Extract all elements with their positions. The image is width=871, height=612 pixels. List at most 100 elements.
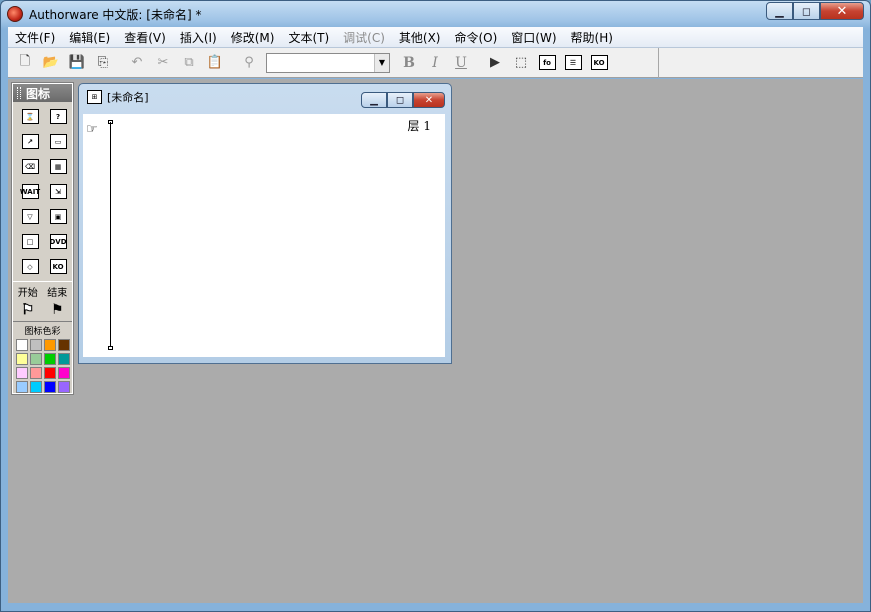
find-icon[interactable]: ⚲ (238, 52, 260, 74)
knowledge-objects-icon: KO (590, 55, 608, 70)
menu-item-0[interactable]: 文件(F) (8, 29, 62, 46)
display-tool[interactable]: ⌛ (18, 106, 42, 127)
end-flag-label: 结束 (47, 288, 68, 299)
calculation-icon: ⇲ (49, 184, 67, 199)
flags: ⚑ ⚑ (13, 299, 72, 321)
erase-icon: ⌫ (21, 159, 39, 174)
motion-icon: ↗ (21, 134, 39, 149)
main-window: Authorware 中文版: [未命名] * ▁ ◻ ✕ 文件(F) 编辑(E)… (0, 0, 871, 612)
ko-icon: KO (49, 259, 67, 274)
functions-button[interactable]: fo (536, 52, 558, 74)
color-swatch[interactable] (16, 339, 28, 351)
dvd-tool[interactable]: DVD (46, 231, 70, 252)
navigate-icon: ▦ (49, 159, 67, 174)
menu-item-1[interactable]: 编辑(E) (62, 29, 117, 46)
erase-tool[interactable]: ⌫ (18, 156, 42, 177)
icon-colors-label: 图标色彩 (13, 321, 72, 337)
end-flag-icon[interactable]: ⚑ (51, 302, 64, 318)
minimize-button[interactable]: ▁ (766, 2, 793, 20)
color-swatch[interactable] (30, 339, 42, 351)
digital-movie-tool[interactable]: ▣ (46, 206, 70, 227)
sound-tool[interactable]: ◇ (18, 256, 42, 277)
menu-item-2[interactable]: 查看(V) (117, 29, 173, 46)
menu-item-8[interactable]: 命令(O) (447, 29, 504, 46)
interaction-tool[interactable]: ? (46, 106, 70, 127)
control-panel-icon[interactable]: ⬚ (510, 52, 532, 74)
calculation-tool[interactable]: ⇲ (46, 181, 70, 202)
app-icon[interactable] (7, 6, 23, 22)
paste-icon[interactable]: 📋 (204, 52, 226, 74)
color-swatch[interactable] (16, 381, 28, 393)
cut-icon[interactable]: ✂ (152, 52, 174, 74)
decision-tool[interactable]: ▽ (18, 206, 42, 227)
flowchart-minimize-button[interactable]: ▁ (361, 92, 387, 108)
icon-palette: 图标 ⌛? ↗ ▭ ⌫ ▦ WAIT ⇲ ▽ ▣ □ DVD ◇ KO 开始 结束 ⚑ ⚑ 图标色彩 (11, 82, 74, 395)
color-swatches (13, 337, 72, 393)
font-select[interactable]: ▼ (266, 52, 390, 73)
menu-item-3[interactable]: 插入(I) (173, 29, 224, 46)
variables-button[interactable]: ☰ (562, 52, 584, 74)
bold-button[interactable]: B (398, 52, 420, 74)
knowledge-objects-button[interactable]: KO (588, 52, 610, 74)
color-swatch[interactable] (30, 353, 42, 365)
italic-button[interactable]: I (424, 52, 446, 74)
display-icon: ⌛ (21, 109, 39, 124)
underline-button[interactable]: U (450, 52, 472, 74)
color-swatch[interactable] (30, 367, 42, 379)
palette-title: 图标 (26, 86, 51, 101)
flags-label: 开始 结束 (13, 281, 72, 299)
new-file-icon[interactable]: 🗋 (14, 52, 36, 74)
run-icon[interactable]: ▶ (484, 52, 506, 74)
undo-icon[interactable]: ↶ (126, 52, 148, 74)
flowchart-maximize-button[interactable]: ◻ (387, 92, 413, 108)
close-button[interactable]: ✕ (820, 2, 864, 20)
workspace: 图标 ⌛? ↗ ▭ ⌫ ▦ WAIT ⇲ ▽ ▣ □ DVD ◇ KO 开始 结束 ⚑ ⚑ 图标色彩 ⊞… (8, 79, 863, 603)
color-swatch[interactable] (44, 381, 56, 393)
flowchart-close-button[interactable]: ✕ (413, 92, 445, 108)
flowchart-title: [未命名] (107, 91, 149, 104)
ko-tool[interactable]: KO (46, 256, 70, 277)
framework-icon: ▭ (49, 134, 67, 149)
flowline-end-cap (108, 346, 113, 350)
chevron-down-icon[interactable]: ▼ (374, 53, 389, 72)
color-swatch[interactable] (16, 367, 28, 379)
toolbar: 🗋 📂 💾 ⎘ ↶ ✂ ⧉ 📋 ⚲ ▼ B I U ▶ ⬚ fo ☰ KO (8, 47, 863, 78)
save-all-icon[interactable]: 💾 (66, 52, 88, 74)
menu-item-10[interactable]: 帮助(H) (564, 29, 620, 46)
flowchart-window: ⊞ [未命名] ▁ ◻ ✕ ☞ 层 1 (78, 83, 452, 364)
map-tool[interactable]: □ (18, 231, 42, 252)
wait-tool[interactable]: WAIT (18, 181, 42, 202)
color-swatch[interactable] (58, 353, 70, 365)
color-swatch[interactable] (58, 367, 70, 379)
flowchart-window-icon: ⊞ (87, 90, 102, 104)
palette-title-bar[interactable]: 图标 (13, 84, 72, 102)
color-swatch[interactable] (58, 339, 70, 351)
maximize-button[interactable]: ◻ (793, 2, 820, 20)
menu-item-5[interactable]: 文本(T) (281, 29, 336, 46)
color-swatch[interactable] (58, 381, 70, 393)
motion-tool[interactable]: ↗ (18, 131, 42, 152)
flowline[interactable] (110, 122, 111, 348)
menu-item-9[interactable]: 窗口(W) (504, 29, 563, 46)
menu-item-4[interactable]: 修改(M) (224, 29, 282, 46)
sound-icon: ◇ (21, 259, 39, 274)
grip-icon[interactable] (17, 87, 21, 99)
open-file-icon[interactable]: 📂 (40, 52, 62, 74)
caption-buttons: ▁ ◻ ✕ (766, 2, 864, 20)
color-swatch[interactable] (44, 353, 56, 365)
import-icon[interactable]: ⎘ (92, 52, 114, 74)
start-flag-icon[interactable]: ⚑ (21, 302, 35, 319)
color-swatch[interactable] (44, 339, 56, 351)
navigate-tool[interactable]: ▦ (46, 156, 70, 177)
title-bar[interactable]: Authorware 中文版: [未命名] * ▁ ◻ ✕ (1, 1, 870, 27)
framework-tool[interactable]: ▭ (46, 131, 70, 152)
interaction-icon: ? (49, 109, 67, 124)
color-swatch[interactable] (44, 367, 56, 379)
flowchart-canvas[interactable]: ☞ 层 1 (83, 114, 445, 357)
menu-item-7[interactable]: 其他(X) (392, 29, 448, 46)
decision-icon: ▽ (21, 209, 39, 224)
copy-icon[interactable]: ⧉ (178, 52, 200, 74)
menu-item-6[interactable]: 调试(C) (336, 29, 392, 46)
color-swatch[interactable] (16, 353, 28, 365)
color-swatch[interactable] (30, 381, 42, 393)
